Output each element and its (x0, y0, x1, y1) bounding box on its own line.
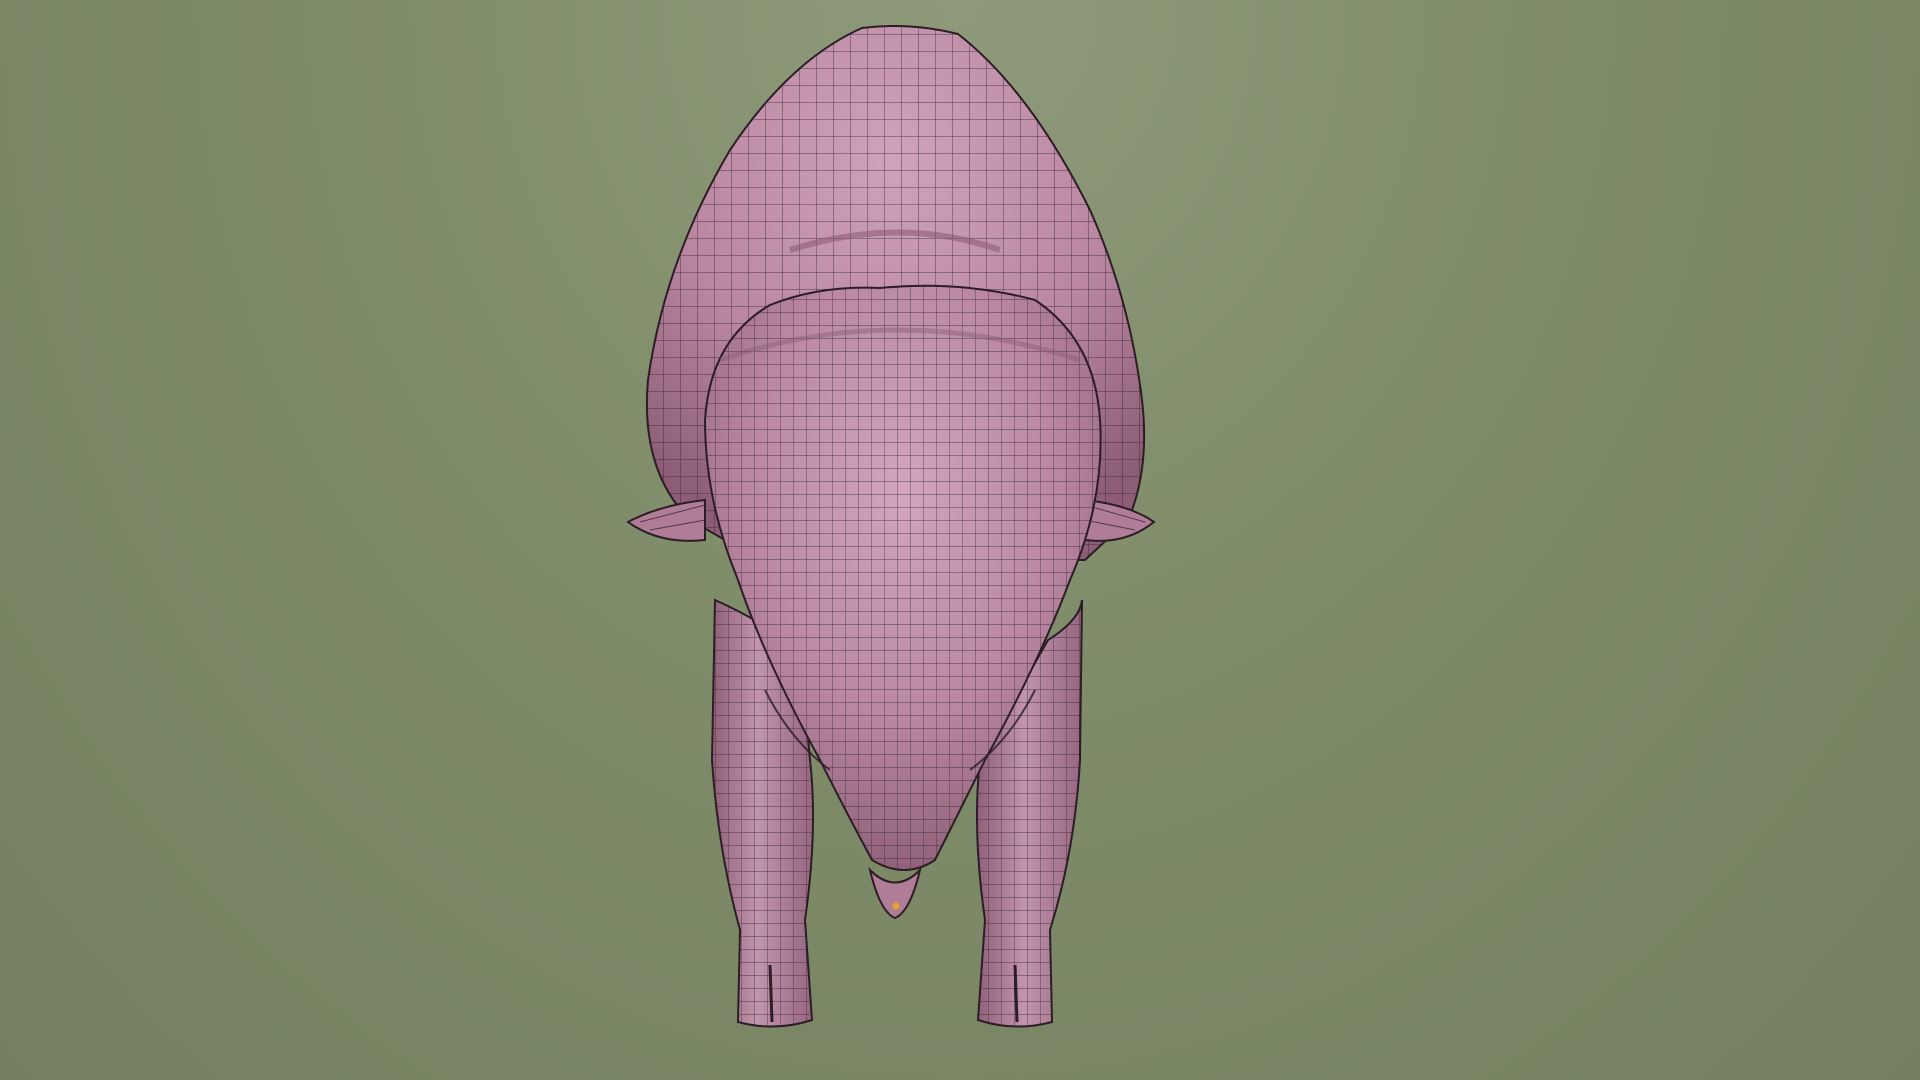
3d-viewport[interactable] (0, 0, 1920, 1080)
bison-right-ear (1084, 498, 1156, 542)
selected-vertex-icon[interactable] (892, 902, 900, 910)
bison-chin (868, 866, 922, 920)
bison-left-ear (626, 498, 706, 542)
scene-canvas[interactable] (0, 0, 1920, 1080)
